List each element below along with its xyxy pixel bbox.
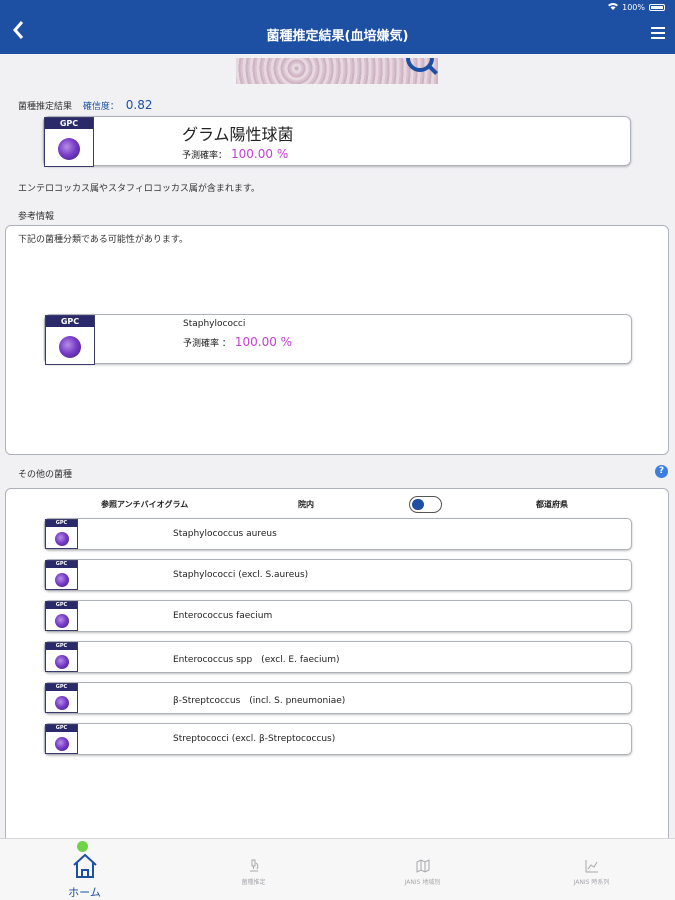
result-description: エンテロコッカス属やスタフィロコッカス属が含まれます。 <box>18 184 260 194</box>
list-item[interactable]: GPC Enterococcus faecium <box>44 600 632 632</box>
cocci-icon <box>55 532 69 546</box>
status-right: 100% <box>608 2 665 12</box>
cocci-icon <box>55 655 69 669</box>
cocci-icon <box>58 138 80 160</box>
gram-badge-label: GPC <box>46 520 77 527</box>
tab-janis-timeseries[interactable]: JANIS 時系列 <box>507 839 675 900</box>
list-item[interactable]: GPC β-Streptcoccus (incl. S. pneumoniae) <box>44 682 632 714</box>
microscope-icon <box>249 859 258 872</box>
gram-badge-label: GPC <box>46 684 77 691</box>
gram-badge-label: GPC <box>46 643 77 650</box>
in-hospital-label: 院内 <box>298 500 314 509</box>
toggle-knob <box>412 499 424 510</box>
gram-badge: GPC <box>45 724 78 754</box>
bacteria-name: Enterococcus faecium <box>173 611 273 621</box>
others-box: 参照アンチバイオグラム 院内 都道府県 GPC Staphylococcus a… <box>5 488 669 838</box>
gram-badge-label: GPC <box>45 118 93 129</box>
result-label: 菌種推定結果 <box>18 102 73 112</box>
gram-badge: GPC <box>44 117 94 167</box>
result-header: 菌種推定結果 確信度： 0.82 <box>18 98 153 112</box>
reference-box: 下記の菌種分類である可能性があります。 GPC Staphylococci 予測… <box>5 225 669 455</box>
magnifier-handle <box>428 65 438 75</box>
home-icon <box>72 853 97 878</box>
cocci-icon <box>55 573 69 587</box>
bacteria-name: Staphylococci (excl. S.aureus) <box>173 570 309 580</box>
gram-badge: GPC <box>45 601 78 631</box>
bacteria-name: Staphylococcus aureus <box>173 529 277 539</box>
tab-label: JANIS 地域別 <box>404 879 441 886</box>
cocci-icon <box>55 696 69 710</box>
tab-bacteria-estimation[interactable]: 菌種推定 <box>169 839 338 900</box>
gram-badge-label: GPC <box>46 602 77 609</box>
gram-badge-label: GPC <box>46 316 94 327</box>
tab-bar: ホーム 菌種推定 JANIS 地域別 JANIS 時系列 <box>0 838 675 900</box>
list-item[interactable]: GPC Enterococcus spp (excl. E. faecium) <box>44 641 632 673</box>
probability: 予測確率： 100.00 % <box>182 147 288 161</box>
list-item[interactable]: GPC Staphylococcus aureus <box>44 518 632 550</box>
battery-percent: 100% <box>622 2 645 12</box>
probability-label: 予測確率 ： <box>183 339 231 349</box>
bacteria-name: グラム陽性球菌 <box>182 125 294 144</box>
main-result-card[interactable]: GPC グラム陽性球菌 予測確率： 100.00 % <box>43 116 631 167</box>
specimen-image[interactable] <box>236 58 438 84</box>
status-bar: 100% <box>0 0 675 14</box>
menu-button[interactable] <box>651 27 665 39</box>
line-chart-icon <box>585 860 598 873</box>
gram-badge-label: GPC <box>46 561 77 568</box>
probability-value: 100.00 % <box>231 147 289 161</box>
tab-home[interactable]: ホーム <box>0 839 169 900</box>
list-item[interactable]: GPC Staphylococci (excl. S.aureus) <box>44 559 632 591</box>
reference-intro: 下記の菌種分類である可能性があります。 <box>18 235 189 245</box>
others-title: その他の菌種 <box>18 470 73 480</box>
probability: 予測確率 ： 100.00 % <box>183 335 292 349</box>
gram-badge: GPC <box>45 519 78 549</box>
confidence-value: 0.82 <box>125 98 153 112</box>
page-title: 菌種推定結果(血培嫌気) <box>266 29 409 44</box>
reference-card[interactable]: GPC Staphylococci 予測確率 ： 100.00 % <box>44 314 632 365</box>
list-item[interactable]: GPC Streptococci (excl. β-Streptococcus) <box>44 723 632 755</box>
tab-label: 菌種推定 <box>241 879 266 886</box>
antibiogram-toggle[interactable] <box>409 496 442 513</box>
notification-dot <box>77 841 88 852</box>
bacteria-name: β-Streptcoccus (incl. S. pneumoniae) <box>173 696 346 706</box>
gram-badge: GPC <box>45 683 78 713</box>
tab-janis-region[interactable]: JANIS 地域別 <box>338 839 507 900</box>
gram-badge: GPC <box>45 560 78 590</box>
probability-label: 予測確率： <box>182 151 228 161</box>
reference-title: 参考情報 <box>18 212 55 222</box>
map-icon <box>416 859 429 873</box>
tab-label: JANIS 時系列 <box>573 879 610 886</box>
menu-bar-icon <box>651 27 665 29</box>
gram-badge: GPC <box>45 642 78 672</box>
gram-badge: GPC <box>45 315 95 365</box>
gram-badge-label: GPC <box>46 725 77 732</box>
battery-icon <box>649 3 665 11</box>
main-content: 菌種推定結果 確信度： 0.82 GPC グラム陽性球菌 予測確率： 100.00… <box>0 54 675 838</box>
menu-bar-icon <box>651 37 665 39</box>
cocci-icon <box>59 336 81 358</box>
wifi-icon <box>608 2 619 12</box>
help-icon[interactable]: ? <box>655 465 668 478</box>
menu-bar-icon <box>651 32 665 34</box>
cocci-icon <box>55 737 69 751</box>
prefecture-label: 都道府県 <box>536 500 568 509</box>
confidence-label: 確信度： <box>82 102 119 112</box>
probability-value: 100.00 % <box>234 335 293 349</box>
bacteria-name: Enterococcus spp (excl. E. faecium) <box>173 655 340 665</box>
bacteria-name: Staphylococci <box>183 319 246 329</box>
antibiogram-label: 参照アンチバイオグラム <box>101 500 189 509</box>
nav-bar: 菌種推定結果(血培嫌気) <box>0 14 675 54</box>
cocci-icon <box>55 614 69 628</box>
bacteria-name: Streptococci (excl. β-Streptococcus) <box>173 734 336 744</box>
tab-label: ホーム <box>68 886 101 899</box>
